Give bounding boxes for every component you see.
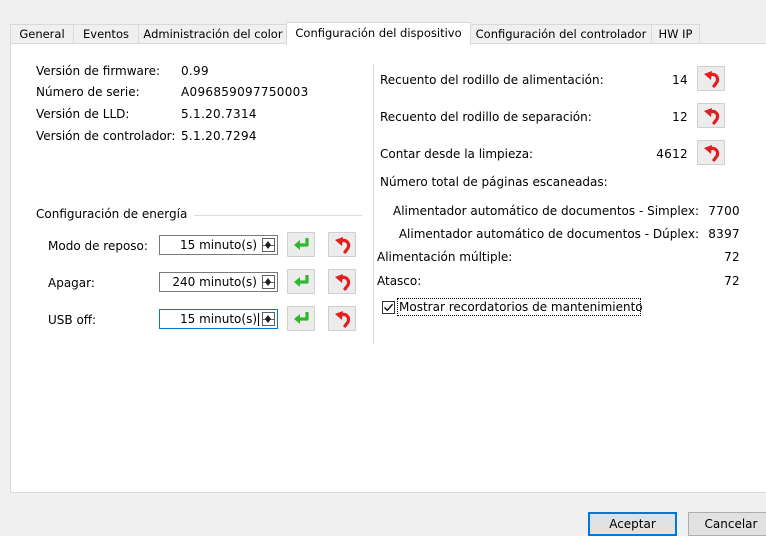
tab-color-management[interactable]: Administración del color [138, 24, 288, 43]
sleep-mode-reset-button[interactable] [328, 232, 356, 257]
usb-off-value: 15 minuto(s) [180, 312, 257, 326]
cancel-button[interactable]: Cancelar [688, 512, 766, 536]
adf-simplex-value: 7700 [708, 204, 740, 218]
sleep-mode-spin-arrows[interactable] [262, 238, 275, 252]
adf-simplex-label: Alimentador automático de documentos - S… [393, 204, 699, 218]
multifeed-label: Alimentación múltiple: [377, 250, 513, 264]
ok-button[interactable]: Aceptar [588, 512, 677, 536]
sleep-mode-value: 15 minuto(s) [180, 238, 257, 252]
power-off-stepper[interactable]: 240 minuto(s) [159, 272, 278, 292]
cleaning-count-value: 4612 [656, 147, 688, 161]
red-undo-arrow-icon [704, 108, 720, 125]
power-off-label: Apagar: [48, 276, 95, 290]
tab-eventos[interactable]: Eventos [73, 24, 139, 43]
separation-roller-value: 12 [672, 110, 688, 124]
cleaning-count-label: Contar desde la limpieza: [380, 147, 534, 161]
driver-label: Versión de controlador: [36, 129, 176, 143]
usb-off-label: USB off: [48, 313, 97, 327]
jam-value: 72 [724, 274, 740, 288]
lld-label: Versión de LLD: [36, 107, 130, 121]
feed-roller-value: 14 [672, 73, 688, 87]
red-undo-arrow-icon [704, 71, 720, 88]
serial-value: A096859097750003 [181, 85, 309, 99]
multifeed-value: 72 [724, 250, 740, 264]
serial-label: Número de serie: [36, 85, 140, 99]
adf-duplex-label: Alimentador automático de documentos - D… [398, 227, 699, 241]
usb-off-reset-button[interactable] [328, 306, 356, 331]
separation-roller-reset-button[interactable] [697, 103, 725, 128]
sleep-mode-stepper[interactable]: 15 minuto(s) [159, 235, 278, 255]
separation-roller-label: Recuento del rodillo de separación: [380, 110, 592, 124]
sleep-mode-apply-button[interactable] [287, 232, 315, 257]
maintenance-reminder-checkbox[interactable] [382, 301, 395, 314]
power-group-divider [194, 215, 362, 216]
green-enter-arrow-icon [294, 312, 309, 324]
adf-duplex-value: 8397 [708, 227, 740, 241]
usb-off-stepper[interactable]: 15 minuto(s) [159, 309, 278, 329]
firmware-label: Versión de firmware: [36, 64, 160, 78]
jam-label: Atasco: [377, 274, 422, 288]
feed-roller-reset-button[interactable] [697, 66, 725, 91]
sleep-mode-label: Modo de reposo: [48, 239, 148, 253]
red-undo-arrow-icon [335, 274, 351, 291]
lld-value: 5.1.20.7314 [181, 107, 257, 121]
power-off-reset-button[interactable] [328, 269, 356, 294]
red-undo-arrow-icon [704, 145, 720, 162]
power-group-label: Configuración de energía [36, 207, 188, 221]
driver-value: 5.1.20.7294 [181, 129, 257, 143]
green-enter-arrow-icon [294, 275, 309, 287]
feed-roller-label: Recuento del rodillo de alimentación: [380, 73, 604, 87]
tab-hw-ip[interactable]: HW IP [651, 24, 700, 43]
firmware-value: 0.99 [181, 64, 209, 78]
tab-driver-settings[interactable]: Configuración del controlador [470, 24, 652, 43]
usb-off-apply-button[interactable] [287, 306, 315, 331]
tab-device-settings[interactable]: Configuración del dispositivo [286, 22, 471, 45]
tab-general[interactable]: General [10, 24, 74, 43]
text-caret [258, 313, 259, 326]
power-off-value: 240 minuto(s) [172, 275, 257, 289]
checkmark-icon [384, 303, 394, 312]
total-pages-label: Número total de páginas escaneadas: [380, 175, 608, 189]
red-undo-arrow-icon [335, 311, 351, 328]
power-off-spin-arrows[interactable] [262, 275, 275, 289]
cleaning-count-reset-button[interactable] [697, 140, 725, 165]
device-settings-panel: Versión de firmware: 0.99 Número de seri… [10, 43, 766, 493]
column-divider [373, 64, 374, 344]
maintenance-reminder-label[interactable]: Mostrar recordatorios de mantenimiento [399, 300, 643, 314]
power-off-apply-button[interactable] [287, 269, 315, 294]
usb-off-spin-arrows[interactable] [262, 312, 275, 326]
red-undo-arrow-icon [335, 237, 351, 254]
green-enter-arrow-icon [294, 238, 309, 250]
tab-strip: General Eventos Administración del color… [10, 22, 766, 45]
